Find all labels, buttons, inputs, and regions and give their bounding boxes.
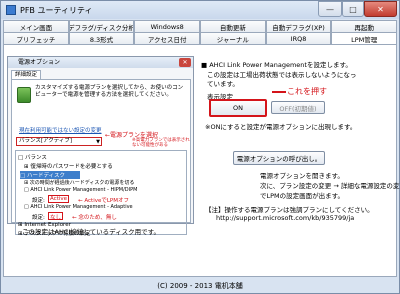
desc-line2: 次に、プラン設定の変更 → 詳細な電源設定の変更 <box>260 182 400 190</box>
tab-journal[interactable]: ジャーナル <box>200 32 266 44</box>
tree-setting-label: 設定: <box>32 198 45 204</box>
tab-row-1: メイン画面 デフラグ/ディスク分析 Windows8 自動更新 自動デフラグ(X… <box>3 20 398 32</box>
dialog-tab: 詳細設定 <box>11 70 42 79</box>
tab-defrag[interactable]: デフラグ/ディスク分析 <box>68 20 135 32</box>
tree-setting2-label: 設定: <box>32 215 45 221</box>
tree-balance: □ バランス <box>18 155 47 161</box>
tab-prefetch[interactable]: プリフェッチ <box>3 32 69 44</box>
dialog-body: カスタマイズする電源プランを選択してから、お使いのコンピューターで電源を管理する… <box>11 79 191 237</box>
tree-setting-value: Active <box>48 195 70 203</box>
on-button[interactable]: ON <box>209 99 267 117</box>
dialog-intro: カスタマイズする電源プランを選択してから、お使いのコンピューターで電源を管理する… <box>35 85 184 98</box>
tree-harddisk: □ ハードディスク <box>20 171 80 179</box>
annot-on: これを押す <box>287 87 327 96</box>
tab-windows8[interactable]: Windows8 <box>134 20 201 32</box>
window-title: PFB ユーティリティ <box>20 6 93 15</box>
tab-auto-defrag-xp[interactable]: 自動デフラグ(XP) <box>265 20 332 32</box>
maximize-button[interactable]: □ <box>342 1 364 17</box>
tab-83-format[interactable]: 8.3形式 <box>68 32 135 44</box>
minimize-button[interactable]: — <box>318 1 342 17</box>
status-bar: (C) 2009 - 2013 電机本舗 <box>157 281 243 290</box>
dialog-close-icon: ✕ <box>179 58 191 67</box>
power-options-button[interactable]: 電源オプションの呼び出し。 <box>233 151 325 165</box>
tree-adaptive: □ AHCI Link Power Management - Adaptive <box>24 204 133 210</box>
desc-line1: 電源オプションを開きます。 <box>260 172 344 180</box>
chevron-down-icon: ▼ <box>96 139 100 145</box>
annot-active: ← ActiveでLPMオフ <box>78 198 129 204</box>
tab-lpm[interactable]: LPM管理 <box>331 32 398 44</box>
plan-dropdown: バランス[アクティブ] ▼ <box>16 137 102 146</box>
plan-value: バランス[アクティブ] <box>19 138 73 144</box>
note-under-dialog: この設定はAHCI接続しているディスク用です。 <box>22 228 160 236</box>
tree-setting2-value: なし <box>48 212 64 221</box>
battery-icon <box>17 87 31 103</box>
app-icon <box>6 5 16 15</box>
close-button[interactable]: ✕ <box>364 1 397 17</box>
annot-none: ← 念のため、無し <box>72 215 117 221</box>
settings-tree: □ バランス ⊞ 復帰時のパスワードを必要とする □ ハードディスク ⊞ 次の時… <box>15 150 187 237</box>
tab-access-date[interactable]: アクセス日付 <box>134 32 201 44</box>
annot-arrow-icon <box>272 91 286 93</box>
support-url: http://support.microsoft.com/kb/935799/j… <box>216 214 355 222</box>
desc-line3: でLPMの設定画面が出ます。 <box>260 192 344 200</box>
annot-plan-small: ※高電力プランでは表示されない可能性がある <box>132 138 190 148</box>
right-sub2: ています。 <box>207 80 239 88</box>
tree-hdd-off: ⊞ 次の時間が経過後ハードディスクの電源を切る <box>24 180 135 186</box>
tab-main[interactable]: メイン画面 <box>3 20 69 32</box>
dialog-title: 電源オプション <box>8 57 193 68</box>
tab-restart[interactable]: 再起動 <box>331 20 398 32</box>
tab-auto-update[interactable]: 自動更新 <box>200 20 266 32</box>
right-heading: ■ AHCI Link Power Managementを設定します。 <box>201 61 352 69</box>
tab-row-2: プリフェッチ 8.3形式 アクセス日付 ジャーナル IRQ8 LPM管理 <box>3 32 398 44</box>
power-options-image: 電源オプション ✕ 詳細設定 カスタマイズする電源プランを選択してから、お使いの… <box>7 56 194 237</box>
tree-ahci: □ AHCI Link Power Management - HIPM/DIPM <box>24 187 138 193</box>
notice: 【注】操作する電源プランは強調プランにしてください。 <box>205 206 374 214</box>
tab-irq8[interactable]: IRQ8 <box>265 32 332 44</box>
off-button[interactable]: OFF(初期値) <box>271 101 325 114</box>
on-note: ※ONにすると設定が電源オプションに出現します。 <box>205 123 357 131</box>
tree-password: ⊞ 復帰時のパスワードを必要とする <box>24 164 113 170</box>
dialog-link: 現在利用可能ではない設定の変更 <box>19 128 102 134</box>
